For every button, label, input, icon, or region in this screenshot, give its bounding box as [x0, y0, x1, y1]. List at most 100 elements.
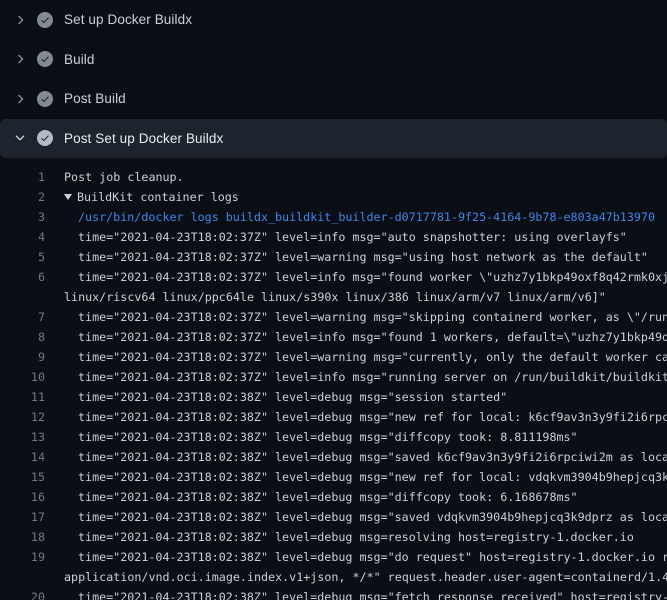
- chevron-down-icon[interactable]: [12, 130, 28, 146]
- log-line-text: time="2021-04-23T18:02:38Z" level=debug …: [64, 407, 667, 427]
- group-collapse-triangle-icon[interactable]: [64, 194, 72, 200]
- log-text: time="2021-04-23T18:02:38Z" level=debug …: [64, 467, 667, 487]
- log-text: time="2021-04-23T18:02:37Z" level=info m…: [64, 367, 667, 387]
- step-status-success-icon: [37, 51, 53, 67]
- chevron-right-icon[interactable]: [12, 51, 28, 67]
- log-line: 19 time="2021-04-23T18:02:38Z" level=deb…: [0, 547, 667, 587]
- log-line-text: Post job cleanup.: [64, 167, 667, 187]
- log-line: 7 time="2021-04-23T18:02:37Z" level=warn…: [0, 307, 667, 327]
- log-line: 20 time="2021-04-23T18:02:38Z" level=deb…: [0, 587, 667, 600]
- log-line-text: time="2021-04-23T18:02:38Z" level=debug …: [64, 527, 667, 547]
- log-line: 12 time="2021-04-23T18:02:38Z" level=deb…: [0, 407, 667, 427]
- log-line-text: BuildKit container logs: [64, 187, 667, 207]
- log-text: time="2021-04-23T18:02:38Z" level=debug …: [64, 547, 667, 567]
- log-line-text: time="2021-04-23T18:02:38Z" level=debug …: [64, 587, 667, 600]
- log-line-number[interactable]: 3: [0, 207, 45, 227]
- log-line-text: time="2021-04-23T18:02:38Z" level=debug …: [64, 467, 667, 487]
- log-text-wrap: linux/riscv64 linux/ppc64le linux/s390x …: [64, 287, 667, 307]
- log-text: time="2021-04-23T18:02:37Z" level=info m…: [64, 327, 667, 347]
- log-line-text: time="2021-04-23T18:02:38Z" level=debug …: [64, 387, 667, 407]
- log-line: 16 time="2021-04-23T18:02:38Z" level=deb…: [0, 487, 667, 507]
- log-line-number[interactable]: 15: [0, 467, 45, 487]
- log-line: 3 /usr/bin/docker logs buildx_buildkit_b…: [0, 207, 667, 227]
- log-line-text: time="2021-04-23T18:02:37Z" level=warnin…: [64, 347, 667, 367]
- log-line: 5 time="2021-04-23T18:02:37Z" level=warn…: [0, 247, 667, 267]
- step-label: Build: [64, 52, 95, 67]
- log-line-text: time="2021-04-23T18:02:37Z" level=info m…: [64, 227, 667, 247]
- chevron-right-icon[interactable]: [12, 12, 28, 28]
- step-row-build[interactable]: Build: [0, 40, 667, 80]
- log-line-text: time="2021-04-23T18:02:37Z" level=info m…: [64, 327, 667, 347]
- log-line-number[interactable]: 1: [0, 167, 45, 187]
- log-viewer: Set up Docker Buildx Build Post Build Po…: [0, 0, 667, 600]
- log-line-number[interactable]: 10: [0, 367, 45, 387]
- log-text: time="2021-04-23T18:02:37Z" level=warnin…: [64, 347, 667, 367]
- log-line-number[interactable]: 6: [0, 267, 45, 287]
- log-line-number[interactable]: 5: [0, 247, 45, 267]
- log-text: time="2021-04-23T18:02:38Z" level=debug …: [64, 447, 667, 467]
- log-line: 9 time="2021-04-23T18:02:37Z" level=warn…: [0, 347, 667, 367]
- log-line: 18 time="2021-04-23T18:02:38Z" level=deb…: [0, 527, 667, 547]
- log-text: time="2021-04-23T18:02:37Z" level=info m…: [64, 227, 667, 247]
- step-label: Post Build: [64, 91, 126, 106]
- log-line: 14 time="2021-04-23T18:02:38Z" level=deb…: [0, 447, 667, 467]
- step-row-set-up-docker-buildx[interactable]: Set up Docker Buildx: [0, 0, 667, 40]
- log-line-number[interactable]: 7: [0, 307, 45, 327]
- log-text: time="2021-04-23T18:02:37Z" level=warnin…: [64, 307, 667, 327]
- log-text: Post job cleanup.: [64, 167, 667, 187]
- log-line-text: time="2021-04-23T18:02:37Z" level=warnin…: [64, 247, 667, 267]
- log-line: 17 time="2021-04-23T18:02:38Z" level=deb…: [0, 507, 667, 527]
- log-text-wrap: application/vnd.oci.image.index.v1+json,…: [64, 567, 667, 587]
- step-status-success-icon: [37, 130, 53, 146]
- log-line-text: /usr/bin/docker logs buildx_buildkit_bui…: [64, 207, 667, 227]
- log-line: 11 time="2021-04-23T18:02:38Z" level=deb…: [0, 387, 667, 407]
- step-list: Set up Docker Buildx Build Post Build Po…: [0, 0, 667, 158]
- log-line-text: time="2021-04-23T18:02:38Z" level=debug …: [64, 487, 667, 507]
- log-line: 6 time="2021-04-23T18:02:37Z" level=info…: [0, 267, 667, 307]
- step-status-success-icon: [37, 91, 53, 107]
- log-line-number[interactable]: 19: [0, 547, 45, 567]
- step-label: Post Set up Docker Buildx: [64, 131, 223, 146]
- log-text: time="2021-04-23T18:02:38Z" level=debug …: [64, 507, 667, 527]
- log-line-number[interactable]: 17: [0, 507, 45, 527]
- log-line-text: time="2021-04-23T18:02:37Z" level=warnin…: [64, 307, 667, 327]
- log-line-number[interactable]: 4: [0, 227, 45, 247]
- log-text: time="2021-04-23T18:02:38Z" level=debug …: [64, 387, 667, 407]
- step-row-post-set-up-docker-buildx[interactable]: Post Set up Docker Buildx: [0, 119, 667, 159]
- log-text: time="2021-04-23T18:02:38Z" level=debug …: [64, 587, 667, 600]
- log-line-text: time="2021-04-23T18:02:38Z" level=debug …: [64, 447, 667, 467]
- command-text: /usr/bin/docker logs buildx_buildkit_bui…: [64, 207, 667, 227]
- chevron-right-icon[interactable]: [12, 91, 28, 107]
- log-text: time="2021-04-23T18:02:37Z" level=warnin…: [64, 247, 667, 267]
- log-line-text: time="2021-04-23T18:02:37Z" level=info m…: [64, 267, 667, 307]
- log-line-text: time="2021-04-23T18:02:37Z" level=info m…: [64, 367, 667, 387]
- log-line-number[interactable]: 18: [0, 527, 45, 547]
- log-text: time="2021-04-23T18:02:38Z" level=debug …: [64, 407, 667, 427]
- log-line: 13 time="2021-04-23T18:02:38Z" level=deb…: [0, 427, 667, 447]
- log-line: 10 time="2021-04-23T18:02:37Z" level=inf…: [0, 367, 667, 387]
- step-label: Set up Docker Buildx: [64, 12, 192, 27]
- log-line-number[interactable]: 2: [0, 187, 45, 207]
- step-status-success-icon: [37, 12, 53, 28]
- log-text: time="2021-04-23T18:02:38Z" level=debug …: [64, 427, 667, 447]
- log-line: 8 time="2021-04-23T18:02:37Z" level=info…: [0, 327, 667, 347]
- group-header-text: BuildKit container logs: [64, 187, 667, 207]
- log-line: 1 Post job cleanup.: [0, 167, 667, 187]
- log-line-number[interactable]: 8: [0, 327, 45, 347]
- step-row-post-build[interactable]: Post Build: [0, 79, 667, 119]
- log-line-number[interactable]: 12: [0, 407, 45, 427]
- group-title: BuildKit container logs: [77, 190, 239, 204]
- log-text: time="2021-04-23T18:02:38Z" level=debug …: [64, 527, 667, 547]
- log-text: time="2021-04-23T18:02:37Z" level=info m…: [64, 267, 667, 287]
- log-line: 2 BuildKit container logs: [0, 187, 667, 207]
- log-line: 15 time="2021-04-23T18:02:38Z" level=deb…: [0, 467, 667, 487]
- log-line: 4 time="2021-04-23T18:02:37Z" level=info…: [0, 227, 667, 247]
- log-output: 1 Post job cleanup. 2 BuildKit container…: [0, 158, 667, 600]
- log-line-number[interactable]: 9: [0, 347, 45, 367]
- log-line-number[interactable]: 16: [0, 487, 45, 507]
- log-line-number[interactable]: 20: [0, 587, 45, 600]
- log-line-text: time="2021-04-23T18:02:38Z" level=debug …: [64, 427, 667, 447]
- log-line-number[interactable]: 13: [0, 427, 45, 447]
- log-line-number[interactable]: 14: [0, 447, 45, 467]
- log-line-number[interactable]: 11: [0, 387, 45, 407]
